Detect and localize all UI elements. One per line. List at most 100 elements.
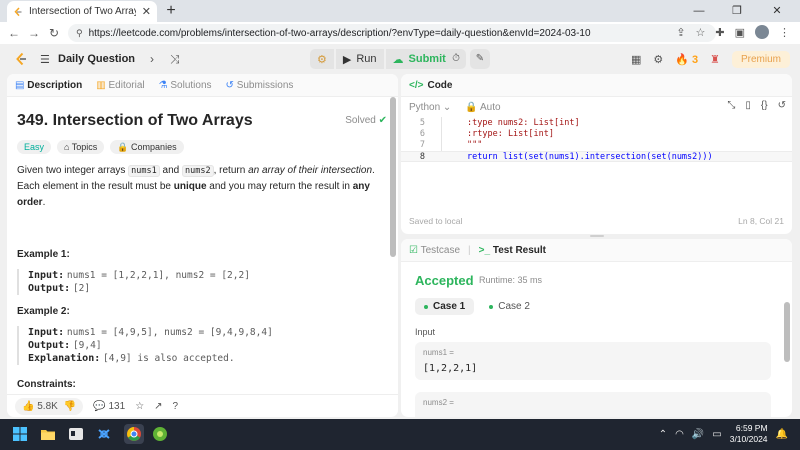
vscode-icon[interactable] (96, 426, 112, 442)
bookmark-icon[interactable]: ▯ (745, 100, 751, 111)
chevron-up-icon[interactable]: ⌃ (659, 429, 667, 440)
site-info-icon[interactable]: ⚲ (76, 28, 83, 39)
notes-icon[interactable]: ✎ (470, 49, 490, 69)
chevron-down-icon: ⌄ (442, 101, 452, 113)
timer-icon[interactable]: ⏱ (446, 49, 466, 69)
code-editor[interactable]: 5:type nums2: List[int] 6:rtype: List[in… (401, 117, 792, 217)
next-problem-icon[interactable]: › (150, 52, 154, 66)
tab-testcase[interactable]: ☑ Testcase (409, 245, 460, 256)
submit-button[interactable]: ☁ Submit (385, 49, 453, 69)
input-label: Input (415, 327, 436, 337)
terminal-app-icon[interactable] (68, 426, 84, 442)
leetcode-logo-icon[interactable] (14, 52, 28, 66)
help-icon[interactable]: ? (173, 401, 179, 412)
result-scrollbar[interactable] (784, 262, 790, 417)
tab-submissions[interactable]: ↺ Submissions (226, 80, 294, 91)
braces-icon[interactable]: {} (761, 100, 768, 111)
favorite-star-icon[interactable]: ☆ (135, 401, 144, 412)
window-close-icon[interactable]: ✕ (758, 0, 796, 22)
new-tab-button[interactable]: + (162, 2, 180, 20)
profile-avatar[interactable] (755, 25, 769, 39)
chrome-app-icon[interactable] (124, 424, 144, 444)
format-icon[interactable]: ⤡ (727, 100, 735, 111)
description-scrollbar[interactable] (390, 97, 396, 394)
case-label: Case 1 (433, 301, 466, 312)
companies-tag[interactable]: 🔒 Companies (110, 140, 184, 154)
statement-emphasis: an array of their intersection (248, 165, 373, 176)
tab-solutions-label: Solutions (170, 79, 212, 91)
panel-resize-handle[interactable] (590, 235, 604, 237)
lock-icon: 🔒 (117, 142, 129, 152)
tab-editorial[interactable]: ▥ Editorial (96, 80, 144, 91)
example-output-label: Output: (28, 283, 71, 294)
tab-description[interactable]: ▤ Description (15, 80, 82, 91)
topics-tag[interactable]: ⌂ Topics (57, 140, 105, 154)
code-text: """ (467, 140, 483, 150)
companies-label: Companies (131, 142, 177, 152)
reload-icon[interactable]: ↻ (44, 26, 64, 40)
user-avatar-icon[interactable]: ♜ (710, 53, 720, 66)
wifi-icon[interactable]: ◠ (675, 429, 684, 440)
code-panel-title: Code (427, 79, 453, 91)
window-minimize-icon[interactable]: — (680, 0, 718, 22)
clock[interactable]: 6:59 PM 3/10/2024 (730, 423, 768, 445)
run-button[interactable]: ▶ Run (335, 49, 384, 69)
settings-gear-icon[interactable]: ⚙ (653, 53, 663, 66)
side-panel-icon[interactable]: ▣ (735, 26, 745, 39)
browser-tab[interactable]: Intersection of Two Arrays - Leet ✕ (7, 1, 157, 22)
premium-button[interactable]: Premium (731, 51, 790, 68)
pycharm-app-icon[interactable] (152, 426, 168, 442)
windows-start-icon[interactable] (12, 426, 28, 442)
shuffle-icon[interactable]: ⤨ (170, 52, 180, 67)
file-explorer-icon[interactable] (40, 426, 56, 442)
scrollbar-thumb[interactable] (784, 302, 790, 362)
statement-text: , return (213, 165, 249, 176)
example-explanation-label: Explanation: (28, 353, 101, 364)
test-result-panel: ☑ Testcase | >_ Test Result Accepted Run… (401, 239, 792, 417)
debug-button[interactable]: ⚙ (310, 49, 334, 69)
browser-menu-icon[interactable]: ⋮ (779, 26, 790, 39)
daily-question-link[interactable]: Daily Question (58, 53, 135, 65)
tab-test-result[interactable]: >_ Test Result (479, 245, 546, 256)
comments-button[interactable]: 💬 131 (93, 401, 125, 412)
case-tabs: Case 1 Case 2 (415, 298, 539, 315)
reset-icon[interactable]: ↺ (778, 100, 786, 111)
back-arrow-icon[interactable]: ← (4, 26, 24, 40)
window-maximize-icon[interactable]: ❐ (718, 0, 756, 22)
like-button[interactable]: 👍 5.8K (22, 401, 58, 412)
battery-icon[interactable]: ▭ (712, 429, 721, 440)
scrollbar-thumb[interactable] (390, 97, 396, 257)
share-icon[interactable]: ⇪ (676, 26, 685, 39)
case-1-tab[interactable]: Case 1 (415, 298, 475, 315)
param-value[interactable]: [1,2,2,1] (423, 363, 763, 374)
tab-solutions[interactable]: ⚗ Solutions (159, 80, 212, 91)
share-link-icon[interactable]: ↗ (154, 401, 162, 412)
param-name: nums2 = (423, 398, 454, 407)
auto-mode-toggle[interactable]: 🔒 Auto (465, 102, 500, 113)
language-value: Python (409, 101, 441, 113)
solved-label: Solved (345, 115, 376, 126)
prev-problem-icon[interactable]: ‹ (128, 52, 132, 66)
example-input-value: nums1 = [4,9,5], nums2 = [9,4,9,8,4] (66, 327, 273, 338)
example-2-block: Input: nums1 = [4,9,5], nums2 = [9,4,9,8… (17, 326, 377, 365)
comment-count: 131 (108, 400, 126, 412)
example-input-label: Input: (28, 327, 65, 338)
constraints-heading: Constraints: (17, 379, 76, 390)
thumbs-down-icon[interactable]: 👎 (64, 401, 76, 412)
bookmark-star-icon[interactable]: ☆ (696, 26, 706, 39)
cursor-position: Ln 8, Col 21 (738, 216, 784, 226)
like-dislike-group: 👍 5.8K 👎 (15, 397, 84, 415)
problem-title[interactable]: 349. Intersection of Two Arrays (17, 112, 253, 130)
address-bar[interactable]: ⚲ https://leetcode.com/problems/intersec… (68, 24, 716, 42)
volume-icon[interactable]: 🔊 (692, 429, 704, 440)
streak-counter[interactable]: 🔥 3 (675, 53, 698, 66)
problem-list-icon[interactable]: ☰ (40, 53, 50, 66)
language-select[interactable]: Python ⌄ (409, 102, 451, 113)
notifications-icon[interactable]: 🔔 (776, 429, 788, 440)
extensions-icon[interactable]: ✚ (715, 26, 724, 39)
forward-arrow-icon[interactable]: → (24, 26, 44, 40)
layout-grid-icon[interactable]: ▦ (631, 53, 641, 66)
case-2-tab[interactable]: Case 2 (480, 298, 539, 315)
close-tab-icon[interactable]: ✕ (142, 5, 151, 18)
mode-value: Auto (480, 101, 501, 113)
